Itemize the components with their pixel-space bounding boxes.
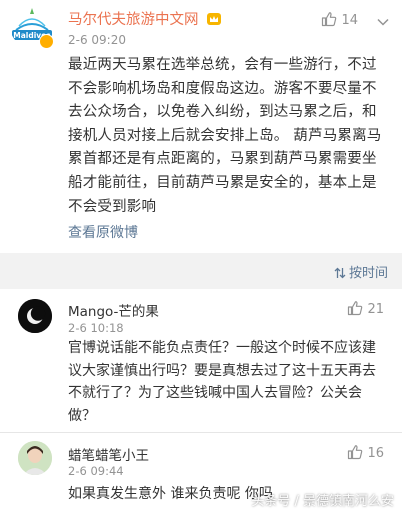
comment-like-button[interactable]: 16 <box>347 444 384 461</box>
sort-label: 按时间 <box>348 266 388 281</box>
comment-like-button[interactable]: 21 <box>347 300 384 317</box>
view-original-link[interactable]: 查看原微博 <box>68 222 138 242</box>
post-time: 2-6 09:20 <box>68 33 126 47</box>
post-body: 最近两天马累在选举总统，会有一些游行，不过不会影响机场岛和度假岛这边。游客不要尽… <box>68 57 382 215</box>
commenter-name[interactable]: 蜡笔蜡笔小王 <box>68 444 149 464</box>
more-chevron-icon[interactable] <box>376 15 390 29</box>
commenter-avatar[interactable] <box>18 299 52 333</box>
post-like-count: 14 <box>341 13 358 28</box>
like-icon <box>322 12 337 27</box>
comment-time: 2-6 10:18 <box>68 321 124 335</box>
comment-item: Mango-芒的果 2-6 10:18 21 官博说话能不能负点责任？一般这个时… <box>0 289 402 432</box>
author-name[interactable]: 马尔代夫旅游中文网 <box>68 8 222 29</box>
like-icon <box>348 301 363 316</box>
commenter-name[interactable]: Mango-芒的果 <box>68 300 159 320</box>
like-icon <box>348 445 363 460</box>
crown-badge-icon <box>207 13 222 25</box>
verified-badge-icon <box>39 34 54 49</box>
comment-time: 2-6 09:44 <box>68 464 124 478</box>
moon-avatar-graphic <box>18 299 52 333</box>
comment-like-count: 21 <box>367 302 384 317</box>
comment-text: 官博说话能不能负点责任？一般这个时候不应该建议大家谨慎出行吗？要是真想去过了这十… <box>68 340 376 424</box>
comment-like-count: 16 <box>367 446 384 461</box>
toutiao-watermark: 头条号 / 景德镇南河么安 <box>251 494 394 509</box>
portrait-avatar-graphic <box>18 441 52 475</box>
sort-by-time-button[interactable]: 按时间 <box>334 262 388 281</box>
author-name-label: 马尔代夫旅游中文网 <box>68 12 199 28</box>
commenter-avatar[interactable] <box>18 441 52 475</box>
post-like-button[interactable]: 14 <box>321 11 358 28</box>
weibo-post: Maldives 马尔代夫旅游中文网 2-6 09:20 14 最近两天马累在选… <box>0 0 402 253</box>
sort-icon <box>334 267 346 279</box>
